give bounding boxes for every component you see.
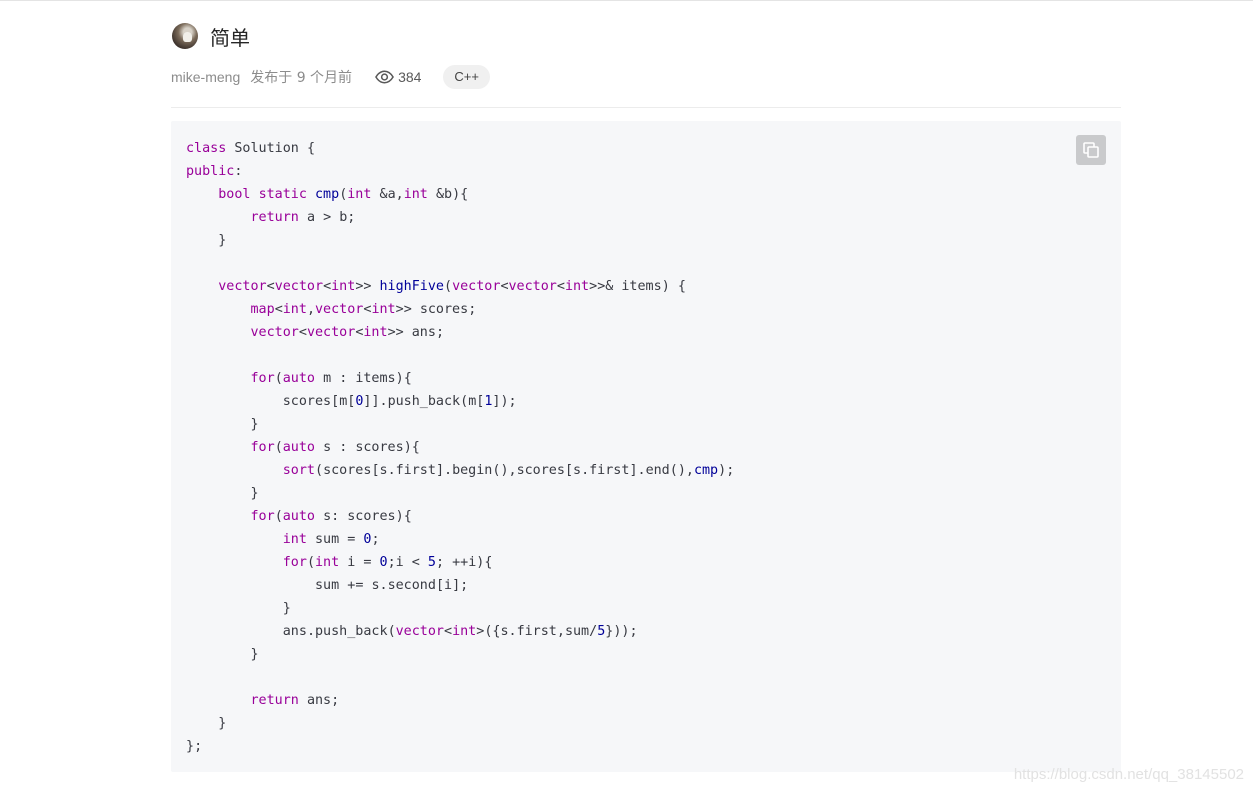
- code-line: return a > b;: [250, 210, 356, 225]
- eye-icon: [375, 70, 394, 84]
- published-time: 发布于 9 个月前: [250, 70, 353, 86]
- code-line: };: [186, 739, 203, 754]
- code-line: }: [218, 716, 227, 731]
- copy-button[interactable]: [1076, 135, 1106, 165]
- avatar[interactable]: [172, 23, 198, 49]
- code-line: sort(scores[s.first].begin(),scores[s.fi…: [282, 463, 735, 478]
- code-line: ​: [186, 344, 734, 367]
- code-line: public:: [186, 164, 243, 179]
- copy-icon: [1083, 142, 1099, 158]
- code-line: int sum = 0;: [282, 532, 380, 547]
- watermark: https://blog.csdn.net/qq_38145502: [1013, 766, 1244, 783]
- code-line: map<int,vector<int>> scores;: [250, 302, 477, 317]
- code-line: scores[m[0]].push_back(m[1]);: [282, 394, 517, 409]
- code-line: for(auto m : items){: [250, 371, 412, 386]
- header-divider: [171, 107, 1121, 108]
- code-line: vector<vector<int>> ans;: [250, 325, 445, 340]
- code-line: ​: [186, 252, 734, 275]
- code-content: class Solution { public: bool static cmp(…: [186, 137, 734, 758]
- code-line: for(auto s: scores){: [250, 509, 412, 524]
- code-line: }: [218, 233, 227, 248]
- code-line: }: [250, 417, 259, 432]
- code-line: }: [250, 486, 259, 501]
- title-row: 简单: [171, 18, 1121, 54]
- view-count-value: 384: [398, 69, 422, 85]
- code-line: }: [282, 601, 291, 616]
- solution-header: 简单 mike-meng 发布于 9 个月前 384 C++: [171, 18, 1121, 90]
- solution-title[interactable]: 简单: [210, 22, 250, 51]
- language-tag[interactable]: C++: [443, 65, 490, 89]
- code-line: vector<vector<int>> highFive(vector<vect…: [218, 279, 686, 294]
- code-block: class Solution { public: bool static cmp(…: [171, 121, 1121, 772]
- code-line: ​: [186, 666, 734, 689]
- view-count: 384: [375, 69, 421, 85]
- top-divider: [0, 0, 1253, 1]
- code-line: return ans;: [250, 693, 340, 708]
- code-line: bool static cmp(int &a,int &b){: [218, 187, 469, 202]
- code-line: for(auto s : scores){: [250, 440, 420, 455]
- meta-row: mike-meng 发布于 9 个月前 384 C++: [171, 64, 1121, 90]
- code-line: for(int i = 0;i < 5; ++i){: [282, 555, 493, 570]
- author-name[interactable]: mike-meng: [171, 69, 240, 85]
- code-line: sum += s.second[i];: [315, 578, 469, 593]
- code-line: ans.push_back(vector<int>({s.first,sum/5…: [282, 624, 638, 639]
- code-line: }: [250, 647, 259, 662]
- code-line: class Solution {: [186, 141, 315, 156]
